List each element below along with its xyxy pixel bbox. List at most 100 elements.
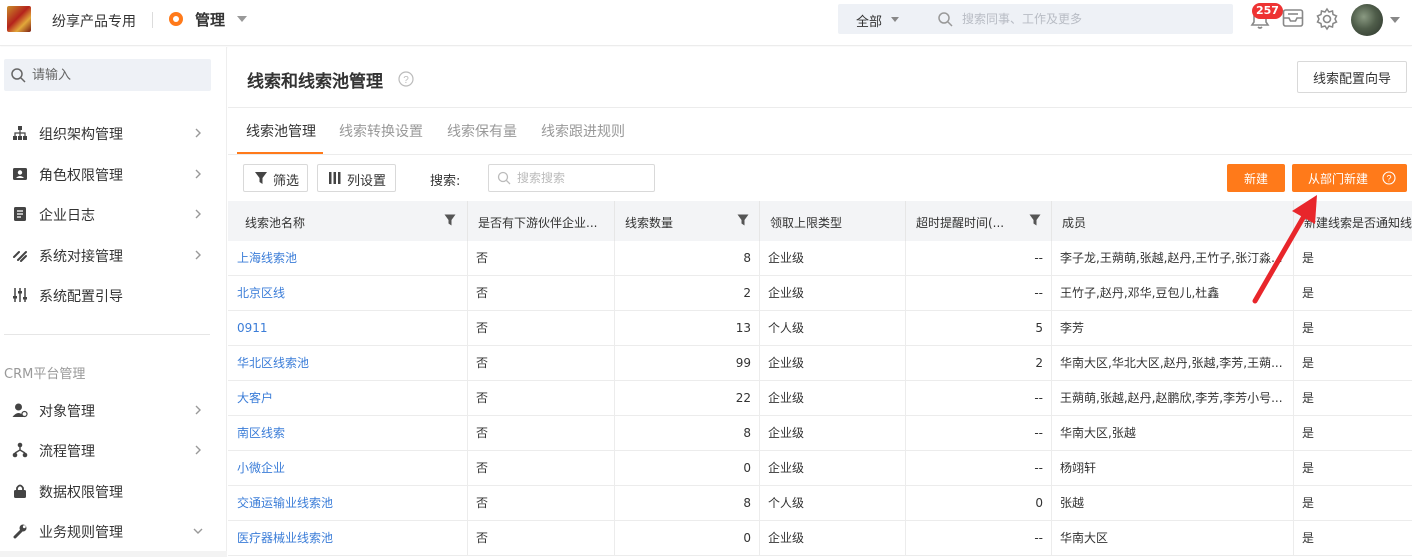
- global-search: 全部: [838, 4, 1233, 34]
- cell-pool-name[interactable]: 大客户: [228, 381, 468, 416]
- column-header-label: 线索数量: [625, 216, 674, 230]
- cell-pool-name[interactable]: 医疗器械业线索池: [228, 521, 468, 556]
- lead-pool-search-input[interactable]: [517, 167, 647, 189]
- column-header-pool-name[interactable]: 线索池名称: [228, 201, 468, 241]
- sidebar-item-data-permissions[interactable]: 数据权限管理: [0, 473, 227, 509]
- table-row[interactable]: 上海线索池否 8 企业级 -- 李子龙,王蒴萌,张越,赵丹,王竹子,张汀淼... 是: [228, 241, 1412, 276]
- cell-members: 李芳: [1052, 311, 1294, 346]
- column-header-notify[interactable]: 新建线索是否通知线: [1294, 201, 1412, 241]
- sidebar-scrollbar[interactable]: [0, 551, 227, 557]
- filter-button[interactable]: 筛选: [243, 164, 308, 192]
- sidebar-item-config-guide[interactable]: 系统配置引导: [0, 277, 227, 313]
- cell-timeout-reminder: 0: [906, 486, 1052, 521]
- global-search-input[interactable]: [962, 7, 1222, 31]
- cell-notify: 是: [1302, 286, 1315, 300]
- cell-limit-type: 企业级: [760, 521, 906, 556]
- column-header-label: 领取上限类型: [770, 216, 843, 230]
- lead-pool-search: [488, 164, 655, 192]
- settings-gear-icon[interactable]: [1315, 7, 1339, 31]
- search-icon: [938, 12, 953, 27]
- caret-down-icon[interactable]: [237, 16, 247, 22]
- cell-notify: 是: [1302, 251, 1315, 265]
- new-from-department-label: 从部门新建: [1308, 172, 1369, 186]
- cell-pool-name[interactable]: 南区线索: [228, 416, 468, 451]
- caret-down-icon[interactable]: [1390, 17, 1400, 23]
- tab-lead-followup[interactable]: 线索跟进规则: [541, 121, 625, 141]
- divider: [4, 334, 210, 335]
- table-row[interactable]: 0911 否 13 个人级 5 李芳是: [228, 311, 1412, 346]
- help-icon[interactable]: ?: [398, 71, 414, 87]
- chevron-down-icon: [193, 528, 203, 534]
- table-header: 线索池名称 是否有下游伙伴企业... 线索数量 领取上限类型 超时提醒时间(..…: [228, 201, 1412, 241]
- new-button[interactable]: 新建: [1227, 164, 1285, 192]
- cell-pool-name[interactable]: 0911: [228, 311, 468, 346]
- sidebar-search-input[interactable]: [32, 63, 202, 87]
- notification-badge[interactable]: 257: [1252, 3, 1283, 19]
- table-row[interactable]: 小微企业否 0 企业级 -- 杨翊轩是: [228, 451, 1412, 486]
- table-row[interactable]: 北京区线否 2 企业级 -- 王竹子,赵丹,邓华,豆包儿,杜鑫是: [228, 276, 1412, 311]
- table-row[interactable]: 南区线索否 8 企业级 -- 华南大区,张越是: [228, 416, 1412, 451]
- cell-lead-count: 2: [615, 276, 760, 311]
- cell-notify: 是: [1302, 461, 1315, 475]
- inbox-icon[interactable]: [1282, 8, 1304, 28]
- search-icon: [11, 68, 26, 83]
- top-bar: 纷享产品专用 管理 全部 257: [0, 0, 1412, 46]
- sidebar-item-integration[interactable]: 系统对接管理: [0, 237, 227, 273]
- columns-icon: [329, 172, 341, 184]
- table-row[interactable]: 华北区线索池否 99 企业级 2 华南大区,华北大区,赵丹,张越,李芳,王蒴... 是: [228, 346, 1412, 381]
- column-filter-icon[interactable]: [444, 214, 456, 226]
- sidebar-item-label: 组织架构管理: [39, 127, 123, 143]
- sidebar-item-objects[interactable]: 对象管理: [0, 392, 227, 428]
- sidebar-item-logs[interactable]: 企业日志: [0, 196, 227, 232]
- company-name[interactable]: 纷享产品专用: [52, 11, 136, 31]
- column-header-lead-count[interactable]: 线索数量: [615, 201, 760, 241]
- column-header-limit-type[interactable]: 领取上限类型: [760, 201, 906, 241]
- search-icon: [497, 171, 511, 185]
- svg-text:?: ?: [403, 75, 409, 86]
- cell-members: 华南大区,华北大区,赵丹,张越,李芳,王蒴...: [1052, 346, 1294, 381]
- column-settings-button[interactable]: 列设置: [317, 164, 396, 192]
- table-row[interactable]: 大客户否 22 企业级 -- 王蒴萌,张越,赵丹,赵鹏欣,李芳,李芳小号... 是: [228, 381, 1412, 416]
- table-row[interactable]: 医疗器械业线索池否 0 企业级 -- 华南大区是: [228, 521, 1412, 556]
- cell-has-partners: 否: [468, 521, 615, 556]
- cell-pool-name[interactable]: 小微企业: [228, 451, 468, 486]
- divider: [228, 107, 1412, 108]
- column-filter-icon[interactable]: [737, 214, 749, 226]
- cell-timeout-reminder: --: [906, 276, 1052, 311]
- sidebar-item-business-rules[interactable]: 业务规则管理: [0, 513, 227, 549]
- tab-lead-pool[interactable]: 线索池管理: [246, 121, 316, 141]
- table-row[interactable]: 交通运输业线索池否 8 个人级 0 张越是: [228, 486, 1412, 521]
- admin-menu[interactable]: 管理: [195, 9, 225, 30]
- column-header-timeout-reminder[interactable]: 超时提醒时间(...: [906, 201, 1052, 241]
- cell-pool-name[interactable]: 华北区线索池: [228, 346, 468, 381]
- caret-down-icon[interactable]: [891, 17, 899, 22]
- column-header-has-partners[interactable]: 是否有下游伙伴企业...: [468, 201, 615, 241]
- sidebar-item-flows[interactable]: 流程管理: [0, 432, 227, 468]
- column-header-members[interactable]: 成员: [1052, 201, 1294, 241]
- cell-pool-name[interactable]: 交通运输业线索池: [228, 486, 468, 521]
- cell-members: 张越: [1052, 486, 1294, 521]
- svg-text:?: ?: [1386, 174, 1391, 184]
- sidebar-item-roles[interactable]: 角色权限管理: [0, 156, 227, 192]
- column-filter-icon[interactable]: [1029, 214, 1041, 226]
- tab-lead-conversion[interactable]: 线索转换设置: [339, 121, 423, 141]
- cell-notify: 是: [1302, 426, 1315, 440]
- search-scope-select[interactable]: 全部: [856, 11, 882, 30]
- filter-icon: [255, 172, 267, 184]
- cell-members: 王蒴萌,张越,赵丹,赵鹏欣,李芳,李芳小号...: [1052, 381, 1294, 416]
- tab-lead-retention[interactable]: 线索保有量: [447, 121, 517, 141]
- cell-pool-name[interactable]: 上海线索池: [228, 241, 468, 276]
- link-icon: [13, 251, 27, 262]
- sidebar-item-label: 数据权限管理: [39, 485, 123, 501]
- company-logo[interactable]: [7, 6, 31, 32]
- lead-config-wizard-button[interactable]: 线索配置向导: [1297, 61, 1407, 93]
- cell-members: 杨翊轩: [1052, 451, 1294, 486]
- search-label: 搜索:: [430, 174, 461, 189]
- cell-timeout-reminder: --: [906, 451, 1052, 486]
- main-content: 线索和线索池管理 ? 线索配置向导 线索池管理 线索转换设置 线索保有量 线索跟…: [228, 47, 1412, 557]
- cell-limit-type: 企业级: [760, 416, 906, 451]
- sidebar-item-org[interactable]: 组织架构管理: [0, 115, 227, 151]
- cell-pool-name[interactable]: 北京区线: [228, 276, 468, 311]
- user-avatar[interactable]: [1351, 4, 1383, 36]
- new-from-department-button[interactable]: 从部门新建 ?: [1292, 164, 1407, 192]
